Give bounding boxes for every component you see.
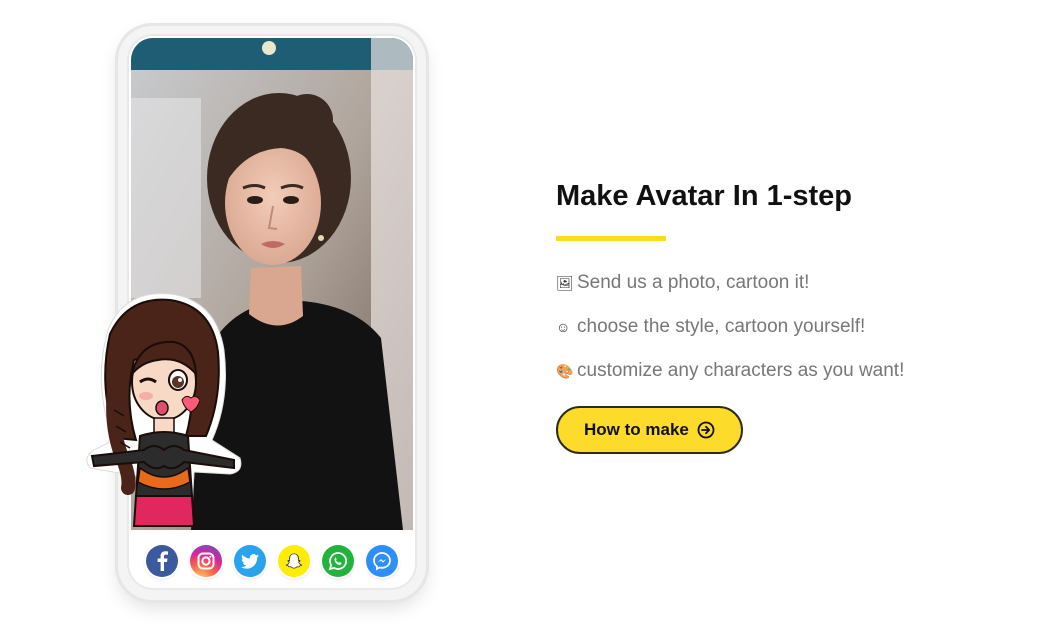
twitter-icon[interactable] <box>234 545 266 577</box>
hero-content: Make Avatar In 1-step 🖼 Send us a photo,… <box>556 178 1016 454</box>
palette-icon: 🎨 <box>556 362 574 379</box>
how-to-make-label: How to make <box>584 420 689 439</box>
smiley-icon: ☺ <box>556 319 571 335</box>
messenger-icon[interactable] <box>366 545 398 577</box>
facebook-icon[interactable] <box>146 545 178 577</box>
feature-item-style: ☺ choose the style, cartoon yourself! <box>556 305 1016 349</box>
feature-item-customize: 🎨 customize any characters as you want! <box>556 349 1016 393</box>
page-title: Make Avatar In 1-step <box>556 180 853 212</box>
title-underline <box>556 236 666 241</box>
feature-text: Send us a photo, cartoon it! <box>577 272 810 293</box>
whatsapp-icon[interactable] <box>322 545 354 577</box>
feature-item-photo: 🖼 Send us a photo, cartoon it! <box>556 261 1016 305</box>
cartoon-avatar-sticker <box>84 290 244 530</box>
feature-text: choose the style, cartoon yourself! <box>577 316 866 337</box>
feature-list: 🖼 Send us a photo, cartoon it! ☺ choose … <box>556 261 1016 393</box>
feature-text: customize any characters as you want! <box>577 360 905 381</box>
share-bar <box>127 532 417 590</box>
arrow-circle-right-icon <box>697 421 715 439</box>
photos-icon: 🖼 <box>556 274 574 291</box>
snapchat-icon[interactable] <box>278 545 310 577</box>
instagram-icon[interactable] <box>190 545 222 577</box>
how-to-make-button[interactable]: How to make <box>556 406 743 454</box>
